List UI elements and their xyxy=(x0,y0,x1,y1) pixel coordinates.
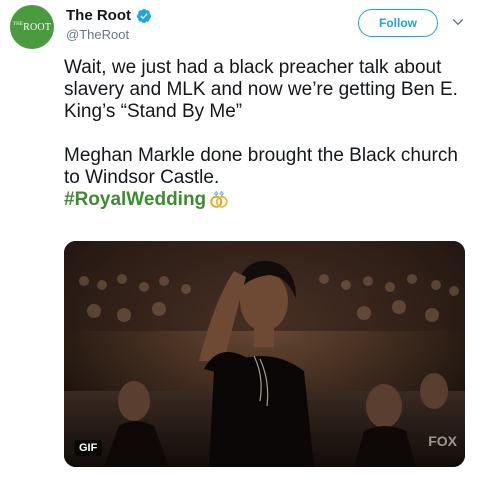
follow-button[interactable]: Follow xyxy=(358,9,438,37)
hashtag-row: #RoyalWedding xyxy=(64,189,474,211)
tweet-paragraph-2: Meghan Markle done brought the Black chu… xyxy=(64,145,458,188)
rings-icon xyxy=(210,190,228,208)
gif-frame xyxy=(64,241,465,467)
tweet-card: THEROOT The Root @TheRoot Follow Wait, w… xyxy=(0,0,492,478)
author-handle[interactable]: @TheRoot xyxy=(66,27,129,42)
verified-badge-icon xyxy=(137,8,151,23)
gif-media[interactable]: FOX GIF xyxy=(64,241,465,467)
gif-badge: GIF xyxy=(74,440,103,456)
chevron-down-icon[interactable] xyxy=(452,16,464,28)
author-name-row: The Root xyxy=(66,7,152,24)
author-display-name[interactable]: The Root xyxy=(66,7,131,24)
tweet-paragraph-1: Wait, we just had a black preacher talk … xyxy=(64,57,458,122)
tweet-text: Wait, we just had a black preacher talk … xyxy=(64,57,474,211)
avatar[interactable]: THEROOT xyxy=(10,5,54,49)
avatar-logo: THEROOT xyxy=(12,21,52,33)
network-watermark: FOX xyxy=(428,433,457,449)
hashtag-link[interactable]: #RoyalWedding xyxy=(64,189,206,211)
